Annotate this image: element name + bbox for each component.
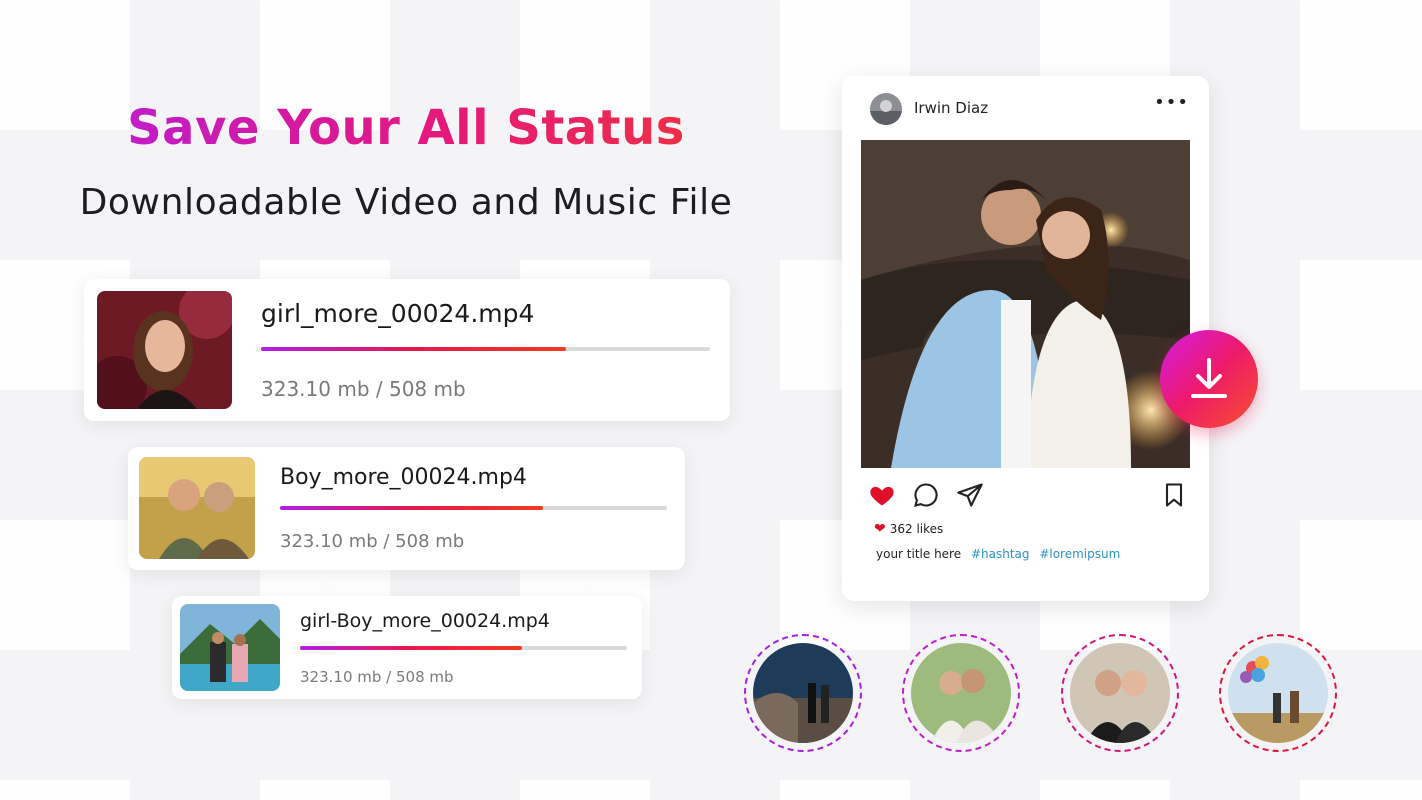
story-circle[interactable]: [902, 634, 1020, 752]
post-caption: your title here #hashtag #loremipsum: [876, 547, 1120, 561]
download-card[interactable]: girl_more_00024.mp4 323.10 mb / 508 mb: [84, 279, 730, 421]
video-thumbnail: [180, 604, 280, 691]
likes-count[interactable]: ❤ 362 likes: [874, 521, 943, 537]
download-progress-fill: [261, 347, 567, 351]
heart-icon[interactable]: [868, 481, 896, 509]
post-actions: [868, 481, 1188, 511]
download-progress-bar: [261, 347, 710, 351]
download-card[interactable]: Boy_more_00024.mp4 323.10 mb / 508 mb: [128, 447, 685, 570]
download-progress-fill: [300, 646, 523, 650]
file-size: 323.10 mb / 508 mb: [261, 377, 466, 401]
avatar[interactable]: [870, 93, 902, 125]
download-progress-fill: [280, 506, 544, 510]
social-post-card: Irwin Diaz ••• ❤ 362 likes your title he…: [842, 76, 1209, 601]
story-circle[interactable]: [1061, 634, 1179, 752]
caption-text: your title here: [876, 547, 962, 561]
download-button[interactable]: [1160, 330, 1258, 428]
heart-icon: ❤: [874, 521, 886, 537]
story-thumbnail: [753, 643, 853, 743]
post-photo: [861, 140, 1190, 468]
video-thumbnail: [97, 291, 232, 409]
video-thumbnail: [139, 457, 255, 559]
likes-text: 362 likes: [889, 522, 944, 536]
comment-icon[interactable]: [912, 481, 940, 509]
send-icon[interactable]: [956, 481, 984, 509]
hashtag-link[interactable]: #loremipsum: [1039, 547, 1120, 561]
story-circle[interactable]: [1219, 634, 1337, 752]
download-progress-bar: [280, 506, 667, 510]
bookmark-icon[interactable]: [1160, 481, 1188, 509]
hashtag-link[interactable]: #hashtag: [971, 547, 1030, 561]
story-circle[interactable]: [744, 634, 862, 752]
subheadline: Downloadable Video and Music File: [79, 182, 733, 223]
download-card[interactable]: girl-Boy_more_00024.mp4 323.10 mb / 508 …: [172, 596, 642, 699]
post-username[interactable]: Irwin Diaz: [914, 99, 988, 117]
download-progress-bar: [300, 646, 627, 650]
file-name: Boy_more_00024.mp4: [280, 465, 527, 490]
file-size: 323.10 mb / 508 mb: [280, 531, 465, 552]
download-icon: [1191, 358, 1227, 398]
file-name: girl_more_00024.mp4: [261, 299, 535, 328]
headline: Save Your All Status: [0, 100, 812, 156]
file-size: 323.10 mb / 508 mb: [300, 668, 454, 686]
story-thumbnail: [1070, 643, 1170, 743]
story-thumbnail: [1228, 643, 1328, 743]
file-name: girl-Boy_more_00024.mp4: [300, 610, 550, 632]
more-options-icon[interactable]: •••: [1154, 92, 1189, 113]
story-thumbnail: [911, 643, 1011, 743]
